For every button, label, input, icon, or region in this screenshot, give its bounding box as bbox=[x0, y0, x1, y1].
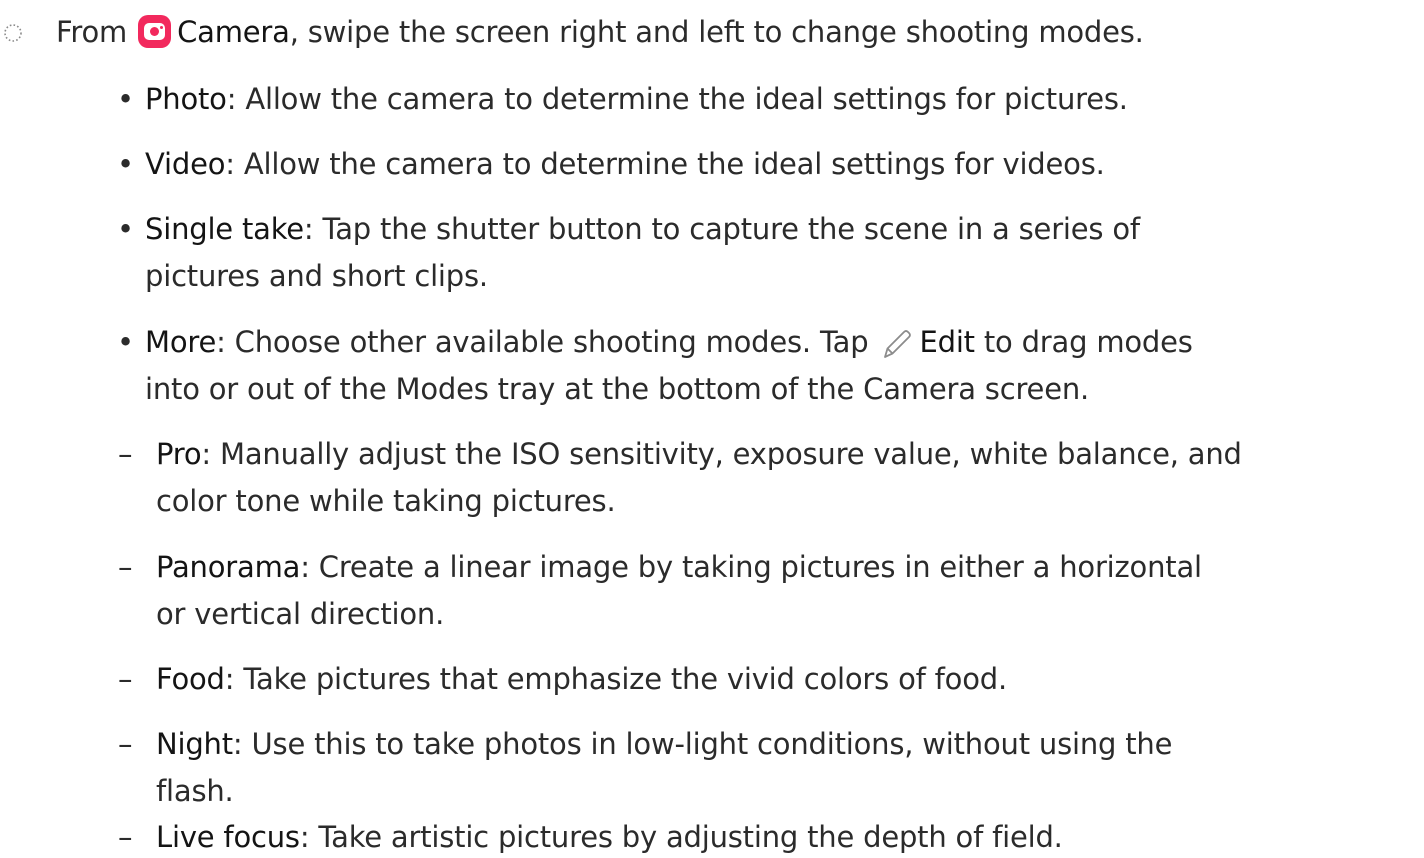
step-text: , swipe the screen right and left to cha… bbox=[289, 15, 1144, 49]
desc-pro-continued: color tone while taking pictures. bbox=[156, 484, 616, 518]
sub-bullet-panorama: Panorama: Create a linear image by takin… bbox=[156, 547, 1202, 587]
document-page: From Camera, swipe the screen right and … bbox=[0, 0, 1424, 858]
sub-bullet-pro: Pro: Manually adjust the ISO sensitivity… bbox=[156, 434, 1242, 474]
desc-panorama-continued: or vertical direction. bbox=[156, 597, 445, 631]
desc-night: : Use this to take photos in low-light c… bbox=[232, 727, 1173, 761]
camera-app-icon bbox=[138, 15, 172, 48]
term-video: Video bbox=[145, 147, 226, 181]
bullet-video: Video: Allow the camera to determine the… bbox=[145, 144, 1105, 184]
desc-food: : Take pictures that emphasize the vivid… bbox=[224, 662, 1007, 696]
dash-marker: – bbox=[118, 550, 133, 584]
desc-more-a: : Choose other available shooting modes.… bbox=[216, 325, 869, 359]
desc-more-continued: into or out of the Modes tray at the bot… bbox=[145, 372, 1090, 406]
bullet-marker: • bbox=[117, 325, 135, 359]
desc-video: : Allow the camera to determine the idea… bbox=[225, 147, 1105, 181]
desc-single-take: : Tap the shutter button to capture the … bbox=[303, 212, 1140, 246]
step-prefix: From bbox=[56, 15, 128, 49]
desc-panorama: : Create a linear image by taking pictur… bbox=[300, 550, 1202, 584]
term-panorama: Panorama bbox=[156, 550, 301, 584]
term-photo: Photo bbox=[145, 82, 227, 116]
sub-bullet-live-focus: Live focus: Take artistic pictures by ad… bbox=[156, 817, 1063, 857]
dash-marker: – bbox=[118, 820, 133, 854]
desc-more-b: to drag modes bbox=[974, 325, 1193, 359]
edit-label: Edit bbox=[919, 325, 975, 359]
desc-photo: : Allow the camera to determine the idea… bbox=[226, 82, 1128, 116]
bullet-single-take: Single take: Tap the shutter button to c… bbox=[145, 209, 1140, 249]
term-night: Night bbox=[156, 727, 233, 761]
bullet-photo: Photo: Allow the camera to determine the… bbox=[145, 79, 1128, 119]
dash-marker: – bbox=[118, 437, 133, 471]
desc-single-take-continued: pictures and short clips. bbox=[145, 259, 488, 293]
bullet-marker: • bbox=[117, 82, 135, 116]
step-instruction: From Camera, swipe the screen right and … bbox=[56, 12, 1144, 52]
desc-night-continued: flash. bbox=[156, 774, 234, 808]
dash-marker: – bbox=[118, 727, 133, 761]
bullet-marker: • bbox=[117, 212, 135, 246]
bullet-marker: • bbox=[117, 147, 135, 181]
desc-pro: : Manually adjust the ISO sensitivity, e… bbox=[201, 437, 1242, 471]
dash-marker: – bbox=[118, 662, 133, 696]
camera-app-name: Camera bbox=[177, 15, 290, 49]
dotted-circle-icon bbox=[4, 24, 22, 42]
desc-live-focus: : Take artistic pictures by adjusting th… bbox=[299, 820, 1063, 854]
bullet-more: More: Choose other available shooting mo… bbox=[145, 322, 1193, 362]
sub-bullet-food: Food: Take pictures that emphasize the v… bbox=[156, 659, 1007, 699]
term-more: More bbox=[145, 325, 217, 359]
pencil-icon bbox=[884, 330, 912, 358]
sub-bullet-night: Night: Use this to take photos in low-li… bbox=[156, 724, 1172, 764]
term-live-focus: Live focus bbox=[156, 820, 300, 854]
term-single-take: Single take bbox=[145, 212, 304, 246]
term-food: Food bbox=[156, 662, 225, 696]
term-pro: Pro bbox=[156, 437, 202, 471]
